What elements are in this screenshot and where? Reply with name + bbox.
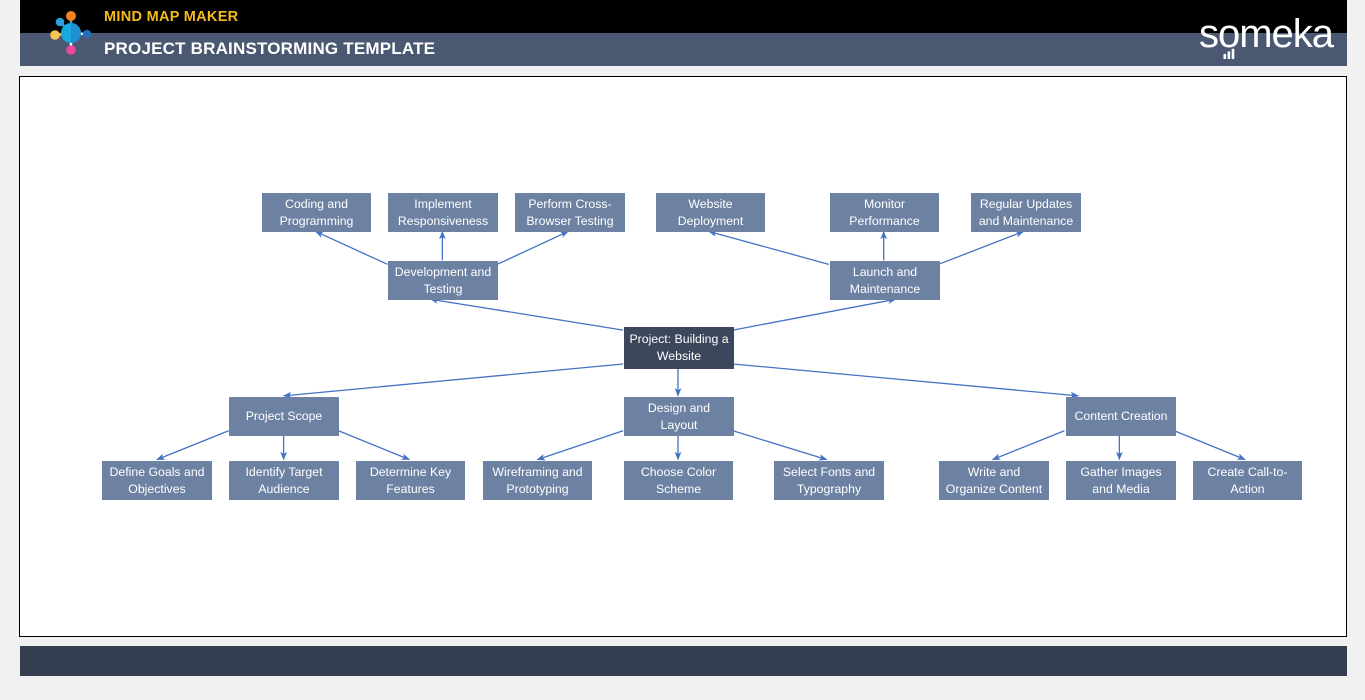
mindmap-node-label: Coding and Programming: [279, 196, 354, 228]
mindmap-node-label: Choose Color Scheme: [640, 464, 717, 496]
mindmap-node-determine-key-features[interactable]: Determine Key Features: [356, 461, 465, 500]
mindmap-node-identify-target-audience[interactable]: Identify Target Audience: [229, 461, 339, 500]
mindmap-node-label: Design and Layout: [647, 400, 711, 432]
mindmap-node-label: Identify Target Audience: [245, 464, 323, 496]
mindmap-node-label: Content Creation: [1074, 409, 1168, 423]
mindmap-node-gather-images-and-media[interactable]: Gather Images and Media: [1066, 461, 1176, 500]
mindmap-edge: [338, 430, 411, 461]
brand-title: MIND MAP MAKER: [104, 9, 239, 25]
mindmap-node-label: Project Scope: [245, 409, 323, 423]
mindmap-edge: [1174, 430, 1246, 461]
mindmap-node-select-fonts-and-typography[interactable]: Select Fonts and Typography: [774, 461, 884, 500]
mindmap-node-monitor-performance[interactable]: Monitor Performance: [830, 193, 939, 232]
someka-logo: so meka: [1198, 12, 1334, 59]
mindmap-node-label: Development and Testing: [394, 264, 492, 296]
mindmap-node-label: Wireframing and Prototyping: [492, 464, 583, 496]
mindmap-node-label: Gather Images and Media: [1080, 464, 1162, 496]
mindmap-node-content-creation[interactable]: Content Creation: [1066, 397, 1176, 436]
mindmap-node-label: Regular Updates and Maintenance: [978, 196, 1074, 228]
bar-chart-icon: [1222, 27, 1236, 59]
app-header: MIND MAP MAKER PROJECT BRAINSTORMING TEM…: [20, 0, 1347, 66]
someka-logo-text-after: meka: [1239, 12, 1334, 56]
mindmap-edge: [429, 297, 624, 331]
mindmap-node-label: Define Goals and Objectives: [109, 464, 205, 496]
mindmap-node-write-and-organize-content[interactable]: Write and Organize Content: [939, 461, 1049, 500]
mind-map-maker-logo-icon: [42, 4, 100, 62]
mindmap-edge: [732, 430, 828, 461]
mindmap-edge: [497, 230, 569, 265]
mindmap-node-root[interactable]: Project: Building a Website: [624, 327, 734, 369]
mindmap-edge: [732, 363, 1080, 399]
mindmap-node-wireframing-and-prototyping[interactable]: Wireframing and Prototyping: [483, 461, 592, 500]
mindmap-edge: [938, 230, 1025, 265]
mindmap-edge: [991, 430, 1065, 461]
someka-logo-text-before: s: [1198, 12, 1219, 56]
mindmap-node-label: Create Call-to-Action: [1207, 464, 1288, 496]
mindmap-node-label: Perform Cross-Browser Testing: [526, 196, 614, 228]
mindmap-node-create-call-to-action[interactable]: Create Call-to-Action: [1193, 461, 1302, 500]
mindmap-node-regular-updates-and-maintenance[interactable]: Regular Updates and Maintenance: [971, 193, 1081, 232]
mindmap-node-website-deployment[interactable]: Website Deployment: [656, 193, 765, 232]
mindmap-node-label: Select Fonts and Typography: [782, 464, 876, 496]
mindmap-node-coding-and-programming[interactable]: Coding and Programming: [262, 193, 371, 232]
mindmap-node-label: Determine Key Features: [369, 464, 452, 496]
mindmap-node-development-and-testing[interactable]: Development and Testing: [388, 261, 498, 300]
mindmap-edge: [282, 363, 624, 399]
mindmap-canvas[interactable]: Project: Building a Website Development a…: [19, 76, 1347, 637]
page-title: PROJECT BRAINSTORMING TEMPLATE: [104, 39, 436, 58]
mindmap-node-design-and-layout[interactable]: Design and Layout: [624, 397, 734, 436]
mindmap-node-label: Write and Organize Content: [945, 464, 1043, 496]
mindmap-node-choose-color-scheme[interactable]: Choose Color Scheme: [624, 461, 733, 500]
mindmap-node-label: Project: Building a Website: [629, 332, 729, 363]
mindmap-node-label: Implement Responsiveness: [397, 196, 489, 228]
mindmap-node-label: Website Deployment: [677, 196, 744, 228]
mindmap-node-perform-cross-browser-testing[interactable]: Perform Cross-Browser Testing: [515, 193, 625, 232]
mindmap-edge: [708, 230, 829, 265]
mindmap-edge: [156, 430, 229, 461]
mindmap-node-project-scope[interactable]: Project Scope: [229, 397, 339, 436]
mindmap-node-label: Launch and Maintenance: [849, 264, 921, 296]
mindmap-edge: [536, 430, 624, 461]
mindmap-node-implement-responsiveness[interactable]: Implement Responsiveness: [388, 193, 498, 232]
someka-logo-o: o: [1218, 14, 1240, 59]
mindmap-node-label: Monitor Performance: [849, 196, 920, 228]
mindmap-edge: [732, 297, 897, 331]
mindmap-node-launch-and-maintenance[interactable]: Launch and Maintenance: [830, 261, 940, 300]
mindmap-node-define-goals-and-objectives[interactable]: Define Goals and Objectives: [102, 461, 212, 500]
footer-bar: [20, 646, 1347, 676]
mindmap-edge: [314, 230, 388, 265]
